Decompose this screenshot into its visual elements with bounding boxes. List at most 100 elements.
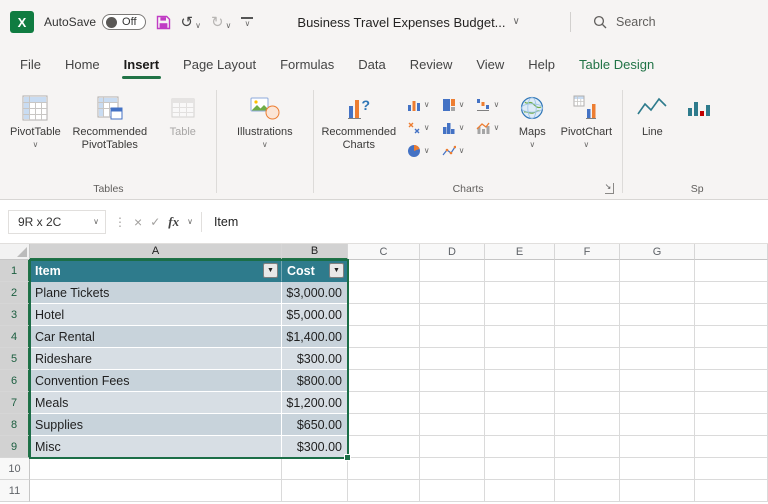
cell-f1[interactable] (555, 260, 620, 282)
cell-d7[interactable] (420, 392, 485, 414)
cell-a2[interactable]: Plane Tickets (30, 282, 282, 304)
table-button[interactable]: Table (155, 88, 211, 141)
cell-b10[interactable] (282, 458, 348, 480)
cell-d11[interactable] (420, 480, 485, 502)
insert-function-icon[interactable]: fx (168, 214, 179, 230)
cell-a8[interactable]: Supplies (30, 414, 282, 436)
cell-f4[interactable] (555, 326, 620, 348)
cell-e1[interactable] (485, 260, 555, 282)
row-header-7[interactable]: 7 (0, 392, 30, 414)
cell-c2[interactable] (348, 282, 420, 304)
cell-f11[interactable] (555, 480, 620, 502)
tab-formulas[interactable]: Formulas (268, 48, 346, 82)
column-sparkline-button[interactable] (676, 88, 722, 125)
column-header-c[interactable]: C (348, 244, 420, 260)
hierarchy-chart-button[interactable]: ∨ (442, 98, 464, 112)
cell-a7[interactable]: Meals (30, 392, 282, 414)
undo-button[interactable]: ↺ ∨ (181, 15, 201, 30)
recommended-charts-button[interactable]: ? Recommended Charts (319, 88, 399, 154)
cell-b6[interactable]: $800.00 (282, 370, 348, 392)
cell-f2[interactable] (555, 282, 620, 304)
pivotchart-button[interactable]: PivotChart ∨ (555, 88, 617, 151)
cell-a6[interactable]: Convention Fees (30, 370, 282, 392)
cell-g8[interactable] (620, 414, 695, 436)
cell-d3[interactable] (420, 304, 485, 326)
cell-c7[interactable] (348, 392, 420, 414)
tab-file[interactable]: File (8, 48, 53, 82)
row-header-4[interactable]: 4 (0, 326, 30, 348)
cell-e5[interactable] (485, 348, 555, 370)
row-header-11[interactable]: 11 (0, 480, 30, 502)
row-header-6[interactable]: 6 (0, 370, 30, 392)
cell-e7[interactable] (485, 392, 555, 414)
tab-help[interactable]: Help (516, 48, 567, 82)
row-header-8[interactable]: 8 (0, 414, 30, 436)
tab-page-layout[interactable]: Page Layout (171, 48, 268, 82)
cell-f10[interactable] (555, 458, 620, 480)
cell-d2[interactable] (420, 282, 485, 304)
column-header-e[interactable]: E (485, 244, 555, 260)
cell-g9[interactable] (620, 436, 695, 458)
row-header-10[interactable]: 10 (0, 458, 30, 480)
cell-b9[interactable]: $300.00 (282, 436, 348, 458)
line-sparkline-button[interactable]: Line (628, 88, 676, 141)
cell-a10[interactable] (30, 458, 282, 480)
quick-access-toolbar-menu-icon[interactable]: ∨ (241, 16, 254, 28)
cell-b3[interactable]: $5,000.00 (282, 304, 348, 326)
cell-a3[interactable]: Hotel (30, 304, 282, 326)
formula-bar-drag-handle-icon[interactable]: ⋮ (114, 215, 126, 229)
cell-g1[interactable] (620, 260, 695, 282)
pie-chart-button[interactable]: ∨ (407, 144, 430, 158)
cell-d1[interactable] (420, 260, 485, 282)
combo-chart-button[interactable]: ∨ (476, 121, 499, 135)
scatter-chart-button[interactable]: ∨ (407, 121, 430, 135)
cell-f9[interactable] (555, 436, 620, 458)
cancel-icon[interactable]: × (134, 214, 142, 230)
cell-a11[interactable] (30, 480, 282, 502)
select-all-corner[interactable] (0, 244, 30, 260)
cell-b4[interactable]: $1,400.00 (282, 326, 348, 348)
cell-c6[interactable] (348, 370, 420, 392)
cell-g5[interactable] (620, 348, 695, 370)
tab-data[interactable]: Data (346, 48, 397, 82)
cell-e11[interactable] (485, 480, 555, 502)
cell-e9[interactable] (485, 436, 555, 458)
cell-c5[interactable] (348, 348, 420, 370)
cell-f6[interactable] (555, 370, 620, 392)
column-header-d[interactable]: D (420, 244, 485, 260)
cell-g10[interactable] (620, 458, 695, 480)
excel-logo-icon[interactable]: X (10, 11, 34, 33)
enter-icon[interactable]: ✓ (150, 215, 160, 229)
column-header-g[interactable]: G (620, 244, 695, 260)
maps-button[interactable]: Maps ∨ (509, 88, 555, 151)
table-header-cell-item[interactable]: Item ▼ (30, 260, 282, 282)
tab-table-design[interactable]: Table Design (567, 48, 666, 82)
cell-d9[interactable] (420, 436, 485, 458)
fill-handle[interactable] (344, 454, 351, 461)
cell-g4[interactable] (620, 326, 695, 348)
cell-f5[interactable] (555, 348, 620, 370)
pivottable-button[interactable]: PivotTable ∨ (6, 88, 65, 151)
cell-e6[interactable] (485, 370, 555, 392)
cell-g6[interactable] (620, 370, 695, 392)
formula-bar-input[interactable]: Item (210, 215, 238, 229)
cell-d4[interactable] (420, 326, 485, 348)
cell-d6[interactable] (420, 370, 485, 392)
row-header-9[interactable]: 9 (0, 436, 30, 458)
tab-review[interactable]: Review (398, 48, 465, 82)
cell-e4[interactable] (485, 326, 555, 348)
search-box[interactable]: Search (581, 9, 756, 35)
waterfall-chart-button[interactable]: ∨ (476, 98, 499, 112)
filter-button[interactable]: ▼ (263, 263, 278, 278)
tab-insert[interactable]: Insert (112, 48, 171, 82)
cell-e8[interactable] (485, 414, 555, 436)
column-header-a[interactable]: A (30, 244, 282, 260)
cell-c11[interactable] (348, 480, 420, 502)
cell-d8[interactable] (420, 414, 485, 436)
document-title[interactable]: Business Travel Expenses Budget... ∨ (297, 15, 519, 30)
cell-f8[interactable] (555, 414, 620, 436)
autosave-switch[interactable]: Off (102, 14, 146, 30)
row-header-2[interactable]: 2 (0, 282, 30, 304)
cell-c8[interactable] (348, 414, 420, 436)
cell-a9[interactable]: Misc (30, 436, 282, 458)
